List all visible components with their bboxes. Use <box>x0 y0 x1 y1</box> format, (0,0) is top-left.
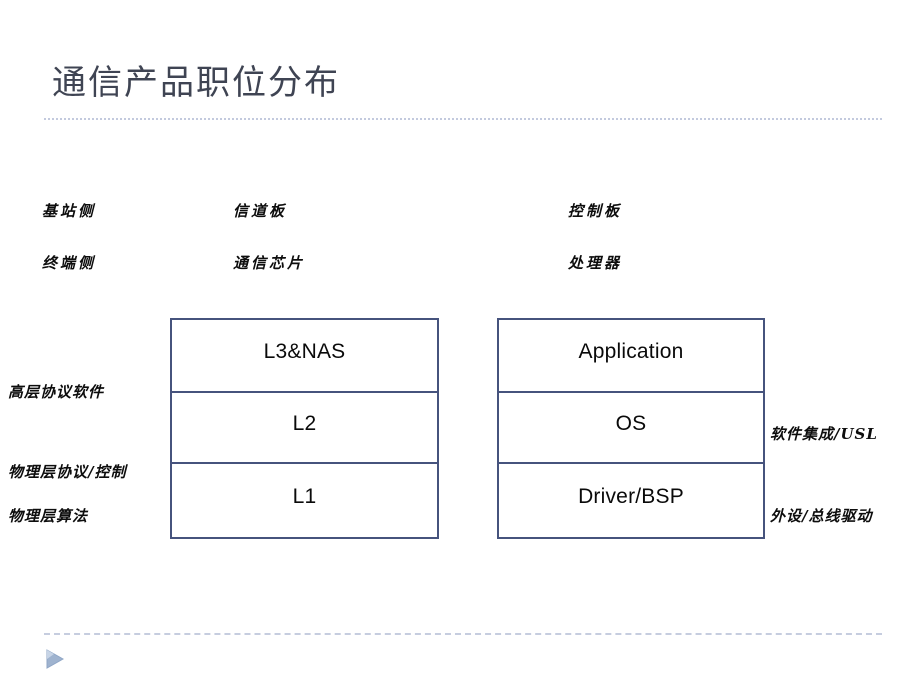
annotation-right-peripheral-bus-driver: 外设/总线驱动 <box>770 507 873 525</box>
matrix-row-1-right: 处理器 <box>568 254 623 272</box>
title-divider <box>44 118 882 120</box>
software-stack-layer-driver: Driver/BSP <box>499 464 763 537</box>
play-triangle-icon <box>44 648 66 670</box>
page-title: 通信产品职位分布 <box>52 65 340 102</box>
matrix-row-0-right: 控制板 <box>568 202 623 220</box>
matrix-row-0-side: 基站侧 <box>42 202 97 220</box>
protocol-stack-layer-l2-label: L2 <box>292 411 317 435</box>
annotation-left-phy-protocol-control: 物理层协议/控制 <box>8 463 127 481</box>
protocol-stack-diagram: L3&NAS L2 L1 <box>170 318 439 539</box>
software-stack-layer-application-label: Application <box>578 339 684 363</box>
software-stack-layer-application: Application <box>499 320 763 391</box>
software-stack-layer-driver-label: Driver/BSP <box>578 484 684 508</box>
protocol-stack-layer-l3: L3&NAS <box>172 320 437 391</box>
protocol-stack-layer-l1-label: L1 <box>292 484 317 508</box>
annotation-left-phy-algorithm: 物理层算法 <box>8 507 89 525</box>
annotation-right-software-integration-usl: 软件集成/USL <box>770 425 878 443</box>
slide-canvas: 通信产品职位分布 基站侧 信道板 控制板 终端侧 通信芯片 处理器 L3&NAS… <box>0 0 920 690</box>
annotation-left-high-layer-protocol-software: 高层协议软件 <box>8 383 105 401</box>
software-stack-diagram: Application OS Driver/BSP <box>497 318 765 539</box>
software-stack-layer-os: OS <box>499 391 763 464</box>
software-stack-layer-os-label: OS <box>615 411 647 435</box>
matrix-row-0-middle: 信道板 <box>233 202 288 220</box>
matrix-row-1-middle: 通信芯片 <box>233 254 306 272</box>
matrix-row-1-side: 终端侧 <box>42 254 97 272</box>
protocol-stack-layer-l3-label: L3&NAS <box>263 339 346 363</box>
protocol-stack-layer-l1: L1 <box>172 464 437 537</box>
protocol-stack-layer-l2: L2 <box>172 391 437 464</box>
footer-divider <box>44 633 882 635</box>
